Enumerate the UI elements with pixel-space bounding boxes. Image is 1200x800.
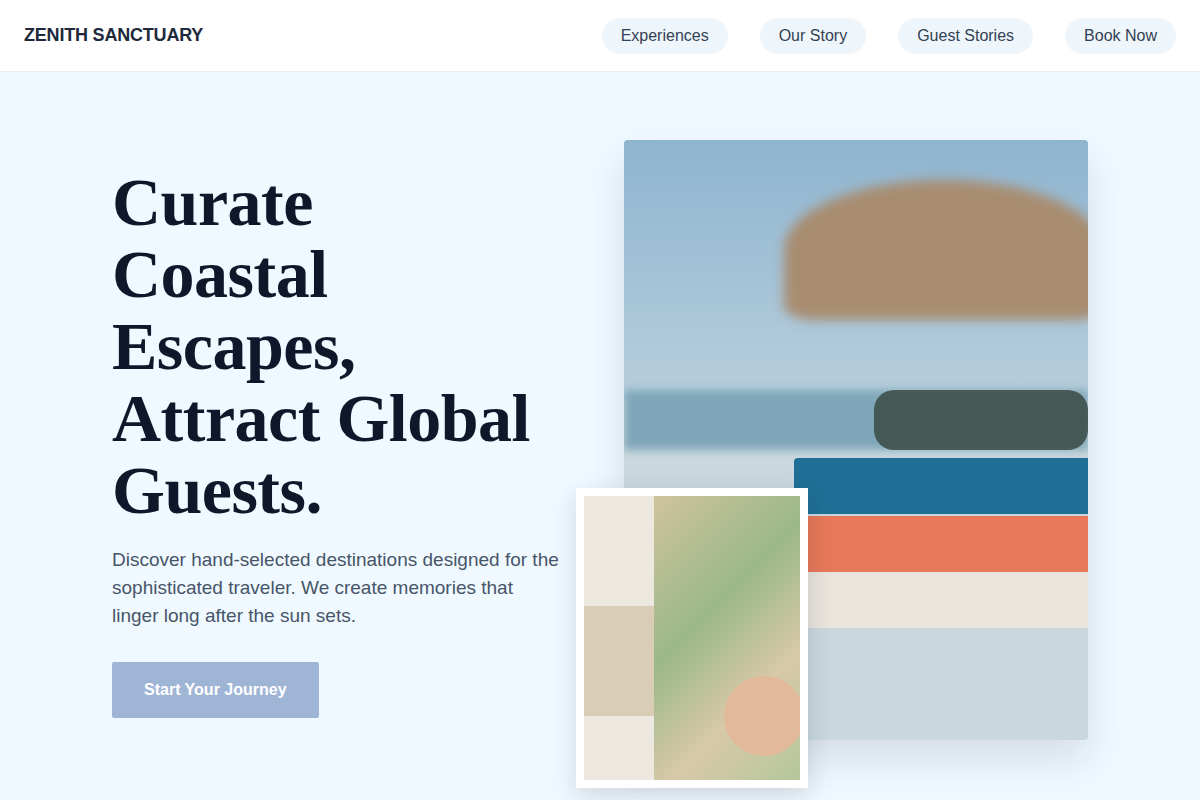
headline-line: Coastal xyxy=(112,238,592,310)
page: ZENITH SANCTUARY Experiences Our Story Gues… xyxy=(0,0,1200,800)
nav-link[interactable]: Experiences xyxy=(602,18,728,54)
nav-link[interactable]: Book Now xyxy=(1065,18,1176,54)
headline-line: Curate xyxy=(112,166,592,238)
hero-headline: CurateCoastalEscapes,Attract GlobalGuest… xyxy=(112,166,592,526)
start-journey-button[interactable]: Start Your Journey xyxy=(112,662,319,718)
map-planning-photo xyxy=(576,488,808,788)
hero-media xyxy=(624,140,1088,740)
main-nav: Experiences Our Story Guest Stories Book No… xyxy=(602,18,1176,54)
top-bar: ZENITH SANCTUARY Experiences Our Story Gues… xyxy=(0,0,1200,72)
hero-subtitle: Discover hand-selected destinations desi… xyxy=(112,546,562,630)
nav-link[interactable]: Our Story xyxy=(760,18,866,54)
nav-link[interactable]: Guest Stories xyxy=(898,18,1033,54)
hero-section: CurateCoastalEscapes,Attract GlobalGuest… xyxy=(0,72,1200,740)
brand-logo[interactable]: ZENITH SANCTUARY xyxy=(24,25,203,46)
hero-text: CurateCoastalEscapes,Attract GlobalGuest… xyxy=(112,140,592,718)
headline-line: Guests. xyxy=(112,454,592,526)
headline-line: Attract Global xyxy=(112,382,592,454)
headline-line: Escapes, xyxy=(112,310,592,382)
